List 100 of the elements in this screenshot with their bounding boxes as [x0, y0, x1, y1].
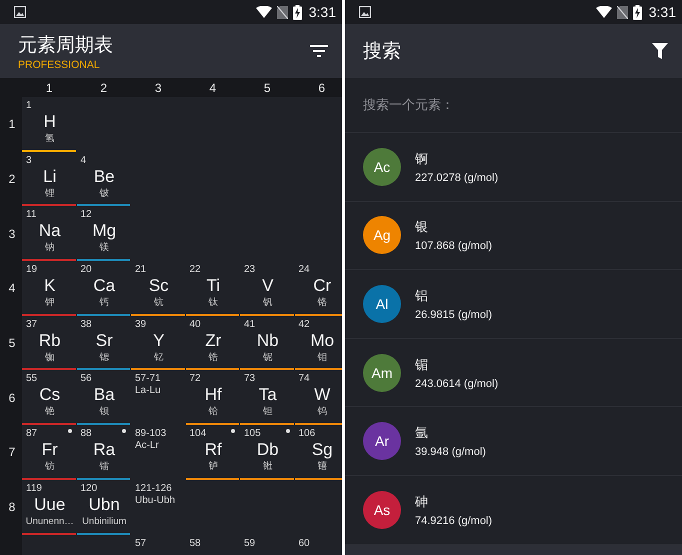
atomic-number: 88	[80, 428, 92, 440]
element-symbol: W	[314, 385, 330, 406]
atomic-number: 38	[80, 318, 92, 331]
period-number: 7	[0, 425, 22, 480]
element-result-row[interactable]: Am 镅 243.0614 (g/mol)	[345, 338, 682, 408]
element-name: 锆	[208, 350, 218, 365]
element-symbol: Hf	[204, 385, 222, 406]
element-name: 钾	[44, 296, 55, 310]
element-tile[interactable]: 119 Uue Ununenn…	[22, 480, 76, 534]
image-icon	[359, 6, 371, 18]
image-icon	[14, 6, 26, 18]
element-tile[interactable]: 39 Y 钇	[131, 316, 184, 370]
element-tile[interactable]: 87 Fr 钫	[22, 425, 76, 480]
element-name: 镅	[415, 356, 429, 374]
atomic-number-range[interactable]: 121-126	[135, 482, 172, 495]
element-name: 钇	[154, 350, 164, 365]
element-tile[interactable]: 12 Mg 镁	[76, 206, 130, 262]
element-result-row[interactable]: Ag 银 107.868 (g/mol)	[345, 202, 682, 270]
element-name: 铯	[44, 405, 55, 420]
element-symbol-avatar: Am	[363, 354, 401, 392]
element-name: 𬭳	[317, 460, 328, 474]
element-name: 锶	[99, 350, 110, 365]
element-tile[interactable]: 22 Ti 钛	[186, 261, 239, 316]
group-number: 5	[240, 78, 294, 97]
element-symbol: Fr	[42, 440, 58, 460]
element-symbol: Ti	[206, 276, 220, 296]
element-tile[interactable]: 21 Sc 钪	[131, 261, 184, 316]
element-name: 钼	[317, 350, 328, 365]
battery-charging-icon	[292, 4, 302, 20]
period-number: 8	[0, 480, 22, 534]
element-tile[interactable]: 3 Li 锂	[22, 152, 76, 206]
atomic-number: 11	[26, 209, 36, 222]
element-symbol: Ra	[93, 440, 116, 460]
element-tile[interactable]: 38 Sr 锶	[76, 316, 130, 370]
no-sim-icon	[276, 6, 288, 18]
element-symbol: V	[262, 276, 274, 296]
period-number: 6	[0, 370, 22, 426]
element-tile[interactable]: 4 Be 铍	[76, 152, 130, 206]
atomic-number: 105	[244, 428, 261, 440]
element-symbol-avatar: As	[363, 490, 401, 529]
group-number: 6	[294, 78, 342, 97]
element-result-row[interactable]: Ar 氩 39.948 (g/mol)	[345, 407, 682, 476]
app-title: 搜索	[363, 40, 402, 64]
element-symbol: Rb	[38, 330, 61, 351]
element-tile[interactable]: 41 Nb 铌	[240, 316, 294, 370]
element-symbol: Cs	[39, 385, 60, 406]
element-tile[interactable]: 104 Rf 𬬻	[186, 425, 239, 480]
element-tile[interactable]: 72 Hf 铪	[186, 370, 239, 426]
element-tile[interactable]: 23 V 钒	[240, 261, 294, 316]
atomic-number: 37	[26, 318, 38, 331]
sort-menu-icon[interactable]	[310, 44, 328, 58]
atomic-number: 56	[80, 373, 92, 386]
atomic-number: 55	[26, 373, 38, 386]
wifi-icon	[256, 6, 272, 18]
element-name: 钡	[99, 405, 110, 420]
element-tile[interactable]: 105 Db 𬭊	[240, 425, 294, 480]
element-tile[interactable]: 120 Ubn Unbinilium	[76, 480, 130, 534]
search-field[interactable]: 搜索一个元素：	[345, 78, 682, 133]
element-symbol: Y	[153, 330, 164, 351]
atomic-number: 21	[135, 264, 146, 276]
element-tile[interactable]: 88 Ra 镭	[76, 425, 130, 480]
atomic-mass: 243.0614 (g/mol)	[415, 378, 498, 390]
atomic-number: 19	[26, 264, 38, 276]
atomic-number-range[interactable]: 57-71	[135, 373, 161, 386]
atomic-number-range[interactable]: 89-103	[135, 428, 166, 440]
atomic-number: 1	[26, 100, 32, 112]
element-name: 钛	[208, 296, 218, 310]
group-number: 1	[22, 78, 76, 97]
atomic-number: 23	[244, 264, 256, 276]
atomic-number: 58	[190, 538, 201, 550]
filter-icon[interactable]	[652, 43, 668, 59]
element-symbol-avatar: Al	[363, 284, 401, 323]
period-number: 1	[0, 97, 22, 152]
element-symbol: Ta	[258, 385, 277, 406]
atomic-number: 73	[244, 373, 256, 386]
element-name: 镁	[99, 241, 110, 256]
atomic-number: 22	[190, 264, 201, 276]
element-name: 铷	[44, 350, 55, 365]
element-tile[interactable]: 56 Ba 钡	[76, 370, 130, 426]
element-name: 𬭊	[262, 460, 273, 474]
group-number: 3	[131, 78, 186, 97]
atomic-mass: 227.0278 (g/mol)	[415, 172, 498, 184]
element-tile[interactable]: 73 Ta 钽	[240, 370, 294, 426]
element-tile[interactable]: 1 H 氢	[22, 97, 76, 152]
period-number: 2	[0, 152, 22, 206]
element-result-row[interactable]: Al 铝 26.9815 (g/mol)	[345, 270, 682, 339]
element-name: 钪	[154, 296, 164, 310]
element-symbol: Sg	[312, 440, 333, 460]
element-name: 铪	[208, 405, 218, 420]
atomic-mass: 39.948 (g/mol)	[415, 446, 486, 458]
status-time: 3:31	[648, 4, 676, 20]
group-number: 4	[186, 78, 240, 97]
element-tile[interactable]: 55 Cs 铯	[22, 370, 76, 426]
element-result-row[interactable]: Ac 锕 227.0278 (g/mol)	[345, 133, 682, 202]
element-name: 钒	[262, 296, 273, 310]
element-tile[interactable]: 19 K 钾	[22, 261, 76, 316]
element-tile[interactable]: 20 Ca 钙	[76, 261, 130, 316]
element-tile[interactable]: 11 Na 钠	[22, 206, 76, 262]
element-tile[interactable]: 37 Rb 铷	[22, 316, 76, 370]
element-tile[interactable]: 40 Zr 锆	[186, 316, 239, 370]
